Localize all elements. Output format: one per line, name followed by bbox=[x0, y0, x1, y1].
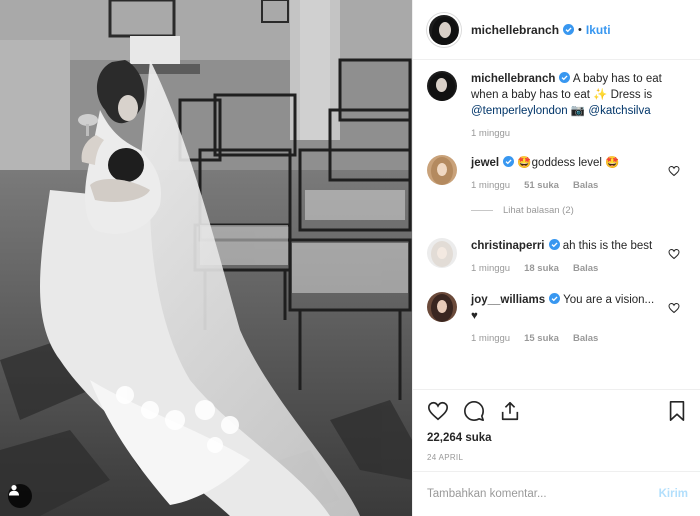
verified-icon bbox=[549, 293, 561, 304]
comment-icon[interactable] bbox=[463, 400, 485, 422]
comment-item: jewel 🤩goddess level 🤩 1 minggu 51 suka … bbox=[427, 155, 686, 191]
caption-avatar[interactable] bbox=[427, 71, 457, 101]
comment-time[interactable]: 1 minggu bbox=[471, 263, 510, 274]
verified-icon bbox=[503, 156, 515, 167]
comment-username[interactable]: christinaperri bbox=[471, 240, 545, 252]
add-comment-bar: Kirim bbox=[413, 471, 700, 516]
comment-likes[interactable]: 51 suka bbox=[524, 180, 559, 191]
likes-count[interactable]: 22,264 suka bbox=[427, 432, 688, 444]
comment-item: joy__williams You are a vision... ♥ 1 mi… bbox=[427, 292, 686, 344]
verified-icon bbox=[559, 72, 571, 83]
comment-avatar[interactable] bbox=[427, 292, 457, 322]
user-tag-button[interactable] bbox=[8, 484, 32, 508]
caption-username[interactable]: michellebranch bbox=[471, 73, 555, 85]
header-separator: • bbox=[578, 23, 582, 36]
reply-button[interactable]: Balas bbox=[573, 333, 598, 344]
post-date[interactable]: 24 APRIL bbox=[427, 453, 688, 462]
mention-katchsilva[interactable]: @katchsilva bbox=[588, 105, 650, 117]
comments-list[interactable]: michellebranch A baby has to eat when a … bbox=[413, 61, 700, 389]
comment-text: ah this is the best bbox=[559, 240, 653, 252]
comment-avatar[interactable] bbox=[427, 155, 457, 185]
bookmark-icon[interactable] bbox=[666, 400, 688, 422]
post-side-panel: michellebranch • Ikuti michellebranch A bbox=[412, 0, 700, 516]
user-tag-icon bbox=[9, 485, 19, 496]
mention-temperleylondon[interactable]: @temperleylondon bbox=[471, 105, 568, 117]
post-comment-button[interactable]: Kirim bbox=[659, 488, 688, 500]
comment-likes[interactable]: 15 suka bbox=[524, 333, 559, 344]
replies-divider bbox=[471, 210, 493, 211]
view-replies-button[interactable]: Lihat balasan (2) bbox=[471, 205, 686, 216]
comment-item: christinaperri ah this is the best 1 min… bbox=[427, 238, 686, 274]
follow-button[interactable]: Ikuti bbox=[586, 23, 611, 37]
verified-icon bbox=[548, 239, 560, 250]
author-avatar[interactable] bbox=[427, 12, 461, 47]
heart-icon[interactable] bbox=[427, 400, 449, 422]
comment-input[interactable] bbox=[427, 488, 659, 500]
post-dialog: michellebranch • Ikuti michellebranch A bbox=[0, 0, 700, 516]
heart-icon[interactable] bbox=[668, 302, 680, 314]
comment-time[interactable]: 1 minggu bbox=[471, 333, 510, 344]
caption-camera: 📷 bbox=[567, 105, 589, 117]
comment-time[interactable]: 1 minggu bbox=[471, 180, 510, 191]
reply-button[interactable]: Balas bbox=[573, 263, 598, 274]
verified-icon bbox=[563, 24, 575, 35]
author-username[interactable]: michellebranch bbox=[471, 23, 559, 37]
comment-avatar[interactable] bbox=[427, 238, 457, 268]
view-replies-label: Lihat balasan (2) bbox=[503, 205, 574, 216]
heart-icon[interactable] bbox=[668, 248, 680, 260]
caption-time[interactable]: 1 minggu bbox=[471, 128, 510, 139]
comment-username[interactable]: joy__williams bbox=[471, 294, 545, 306]
heart-icon[interactable] bbox=[668, 165, 680, 177]
comment-likes[interactable]: 18 suka bbox=[524, 263, 559, 274]
share-icon[interactable] bbox=[499, 400, 521, 422]
photo-illustration bbox=[0, 0, 412, 516]
comment-username[interactable]: jewel bbox=[471, 157, 499, 169]
comment-text: 🤩goddess level 🤩 bbox=[517, 157, 620, 169]
reply-button[interactable]: Balas bbox=[573, 180, 598, 191]
post-actions: 22,264 suka 24 APRIL bbox=[413, 389, 700, 462]
caption-text: michellebranch A baby has to eat when a … bbox=[471, 71, 664, 119]
post-photo[interactable] bbox=[0, 0, 412, 516]
caption: michellebranch A baby has to eat when a … bbox=[427, 71, 686, 139]
post-header: michellebranch • Ikuti bbox=[413, 0, 700, 60]
